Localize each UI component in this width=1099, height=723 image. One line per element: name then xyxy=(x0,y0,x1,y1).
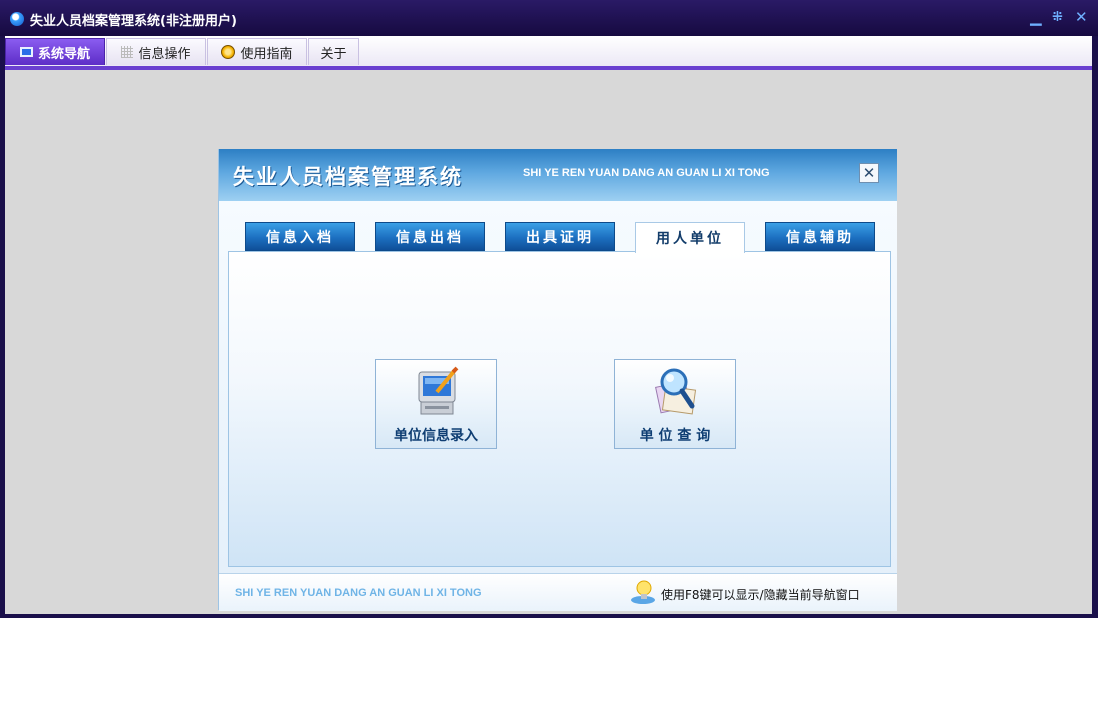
panel-footer: SHI YE REN YUAN DANG AN GUAN LI XI TONG … xyxy=(219,573,897,611)
restore-icon[interactable]: ⁜ xyxy=(1052,10,1063,25)
panel-close-button[interactable]: ✕ xyxy=(859,163,879,183)
menu-bar: 系统导航 信息操作 使用指南 关于 xyxy=(5,36,1092,66)
function-label: 单 位 查 询 xyxy=(639,428,711,444)
function-label: 单位信息录入 xyxy=(394,428,478,444)
tab-certificate[interactable]: 出具证明 xyxy=(505,222,615,251)
tab-label: 系统导航 xyxy=(37,46,90,62)
footer-hint: 使用F8键可以显示/隐藏当前导航窗口 xyxy=(661,588,860,602)
window-title: 失业人员档案管理系统(非注册用户) xyxy=(30,14,237,29)
tab-content xyxy=(228,251,891,567)
magnifier-search-icon xyxy=(655,368,697,415)
tab-label: 关于 xyxy=(320,46,347,62)
panel-header: 失业人员档案管理系统 SHI YE REN YUAN DANG AN GUAN … xyxy=(219,149,897,201)
employer-info-entry-button[interactable]: 单位信息录入 xyxy=(375,359,497,449)
app-logo-icon xyxy=(10,12,24,26)
panel-title: 失业人员档案管理系统 xyxy=(233,165,463,189)
tab-about[interactable]: 关于 xyxy=(308,38,359,65)
tab-info-assist[interactable]: 信息辅助 xyxy=(765,222,875,251)
guide-icon xyxy=(221,45,236,59)
panel-subtitle: SHI YE REN YUAN DANG AN GUAN LI XI TONG xyxy=(523,167,770,179)
navigation-panel: 失业人员档案管理系统 SHI YE REN YUAN DANG AN GUAN … xyxy=(218,149,897,611)
tab-label: 信息操作 xyxy=(138,46,191,62)
minimize-icon[interactable]: ▁ xyxy=(1030,8,1042,26)
employer-search-button[interactable]: 单 位 查 询 xyxy=(614,359,736,449)
tab-info-archive-out[interactable]: 信息出档 xyxy=(375,222,485,251)
tab-employer[interactable]: 用人单位 xyxy=(635,222,745,253)
lightbulb-icon xyxy=(631,580,655,604)
computer-edit-icon xyxy=(418,366,459,415)
footer-pinyin: SHI YE REN YUAN DANG AN GUAN LI XI TONG xyxy=(235,587,482,599)
tab-system-navigation[interactable]: 系统导航 xyxy=(5,38,105,65)
title-bar[interactable]: 失业人员档案管理系统(非注册用户) ▁ ⁜ ✕ xyxy=(0,0,1098,36)
close-window-icon[interactable]: ✕ xyxy=(1075,8,1088,26)
tab-info-operations[interactable]: 信息操作 xyxy=(106,38,206,65)
tab-label: 使用指南 xyxy=(240,46,293,62)
tab-user-guide[interactable]: 使用指南 xyxy=(207,38,307,65)
grid-icon xyxy=(121,46,134,58)
monitor-icon xyxy=(19,47,33,57)
tab-info-archive-in[interactable]: 信息入档 xyxy=(245,222,355,251)
